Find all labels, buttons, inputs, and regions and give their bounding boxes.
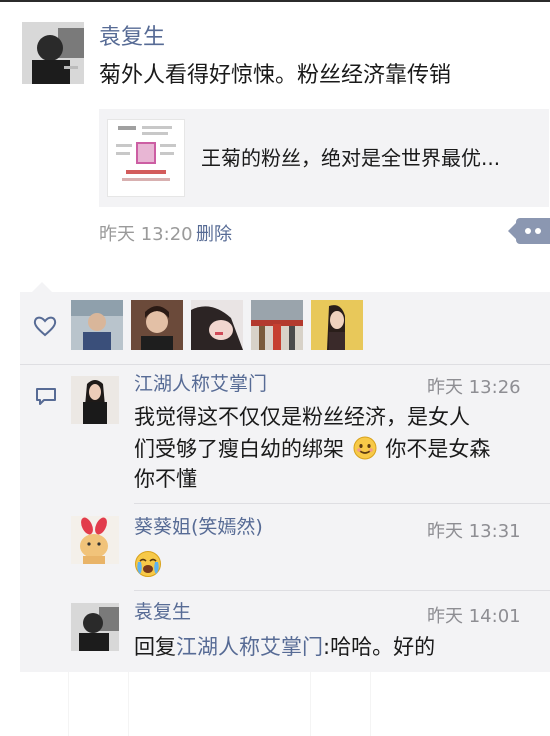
background-stripe	[128, 672, 129, 736]
like-avatar[interactable]	[131, 300, 183, 350]
comment-author[interactable]: 葵葵姐(笑嫣然)	[134, 514, 263, 540]
comment-divider	[134, 503, 550, 504]
comment-text-segment: 们受够了瘦白幼的绑架	[134, 437, 344, 461]
comment-author[interactable]: 袁复生	[134, 599, 191, 625]
likes-divider	[20, 364, 550, 365]
comment-text-segment: 你不是女森	[385, 437, 491, 461]
heart-outline-icon	[33, 315, 57, 337]
reply-to-name[interactable]: 江湖人称艾掌门	[176, 635, 323, 659]
bottom-blank-area	[0, 672, 550, 736]
post-timestamp: 昨天 13:20	[99, 224, 193, 245]
shared-link-title: 王菊的粉丝，绝对是全世界最优...	[201, 146, 501, 170]
comment-divider	[134, 590, 550, 591]
like-avatar[interactable]	[311, 300, 363, 350]
comment-time: 昨天 14:01	[427, 606, 521, 627]
more-dot	[535, 228, 541, 234]
comment-bubble-icon	[35, 387, 57, 407]
comment-time: 昨天 13:26	[427, 377, 521, 398]
reply-text: 回复江湖人称艾掌门:哈哈。好的	[134, 631, 435, 663]
comment-author[interactable]: 江湖人称艾掌门	[134, 371, 267, 397]
like-avatar[interactable]	[251, 300, 303, 350]
status-bar-edge	[0, 0, 550, 2]
comment-text-line: 你不懂	[134, 467, 197, 491]
reply-body: :哈哈。好的	[323, 635, 436, 659]
reply-prefix: 回复	[134, 635, 176, 659]
shared-link-card[interactable]: 王菊的粉丝，绝对是全世界最优...	[99, 109, 549, 207]
background-stripe	[310, 672, 311, 736]
background-stripe	[370, 672, 371, 736]
post-author-name[interactable]: 袁复生	[99, 24, 165, 52]
more-dot	[525, 228, 531, 234]
like-avatar[interactable]	[191, 300, 243, 350]
smile-emoji-icon	[353, 436, 377, 460]
more-dots-icon[interactable]	[508, 218, 550, 244]
author-avatar[interactable]	[22, 22, 84, 84]
post-text: 菊外人看得好惊悚。粉丝经济靠传销	[99, 63, 452, 88]
comment-text-line: 们受够了瘦白幼的绑架 你不是女森	[134, 433, 490, 465]
panel-pointer	[32, 282, 52, 292]
crying-emoji-icon	[134, 550, 162, 578]
comment-avatar[interactable]	[71, 603, 119, 651]
comment-time: 昨天 13:31	[427, 521, 521, 542]
delete-link[interactable]: 删除	[196, 220, 232, 246]
like-avatar[interactable]	[71, 300, 123, 350]
comment-text-line: 我觉得这不仅仅是粉丝经济，是女人	[134, 405, 470, 429]
comment-avatar[interactable]	[71, 376, 119, 424]
background-stripe	[68, 672, 69, 736]
comment-avatar[interactable]	[71, 516, 119, 564]
shared-link-thumbnail	[107, 119, 185, 197]
